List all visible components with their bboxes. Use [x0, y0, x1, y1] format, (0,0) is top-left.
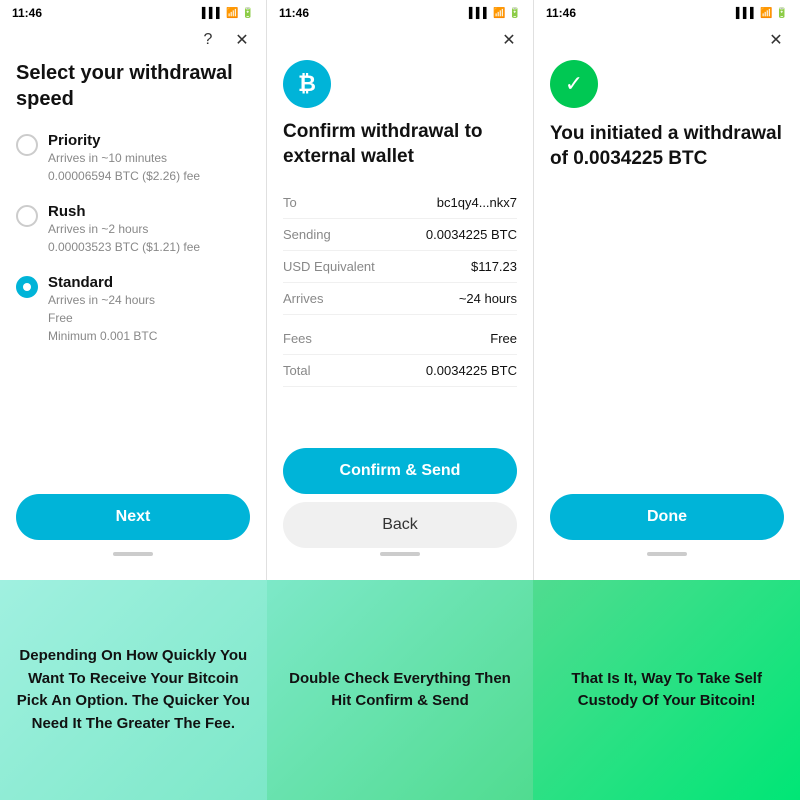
fees-label: Fees	[283, 331, 312, 346]
screen-3: 11:46 ▌▌▌ 📶 🔋 ✕ ✓ You initiated a withdr…	[534, 0, 800, 580]
status-bar-1: 11:46 ▌▌▌ 📶 🔋	[0, 0, 266, 24]
home-indicator-1	[113, 552, 153, 556]
close-icon-1[interactable]: ✕	[230, 28, 254, 52]
screen1-footer: Next	[0, 484, 266, 580]
option-priority[interactable]: Priority Arrives in ~10 minutes0.0000659…	[16, 132, 250, 185]
screen-1: 11:46 ▌▌▌ 📶 🔋 ? ✕ Select your withdrawal…	[0, 0, 267, 580]
success-title: You initiated a withdrawal of 0.0034225 …	[550, 122, 784, 171]
screen3-content: ✓ You initiated a withdrawal of 0.003422…	[534, 60, 800, 484]
home-indicator-2	[380, 552, 420, 556]
fees-section: Fees Free Total 0.0034225 BTC	[283, 323, 517, 387]
sending-value: 0.0034225 BTC	[426, 227, 517, 242]
arrives-value: ~24 hours	[459, 291, 517, 306]
screen1-content: Select your withdrawal speed Priority Ar…	[0, 60, 266, 484]
priority-label: Priority	[48, 132, 200, 149]
standard-desc: Arrives in ~24 hoursFreeMinimum 0.001 BT…	[48, 291, 157, 345]
caption-3: That Is It, Way To Take Self Custody Of …	[533, 580, 800, 800]
battery-icon-3: 🔋	[776, 8, 788, 19]
caption-2: Double Check Everything Then Hit Confirm…	[267, 580, 534, 800]
signal-icon-2: ▌▌▌	[469, 8, 490, 19]
total-label: Total	[283, 363, 310, 378]
radio-standard[interactable]	[16, 276, 38, 298]
detail-arrives: Arrives ~24 hours	[283, 283, 517, 315]
wifi-icon: 📶	[226, 8, 238, 19]
wifi-icon-3: 📶	[760, 8, 772, 19]
option-standard-text: Standard Arrives in ~24 hoursFreeMinimum…	[48, 274, 157, 345]
priority-desc: Arrives in ~10 minutes0.00006594 BTC ($2…	[48, 149, 200, 185]
sending-label: Sending	[283, 227, 331, 242]
home-indicator-3	[647, 552, 687, 556]
screen2-footer: Confirm & Send Back	[267, 438, 533, 580]
option-standard[interactable]: Standard Arrives in ~24 hoursFreeMinimum…	[16, 274, 250, 345]
option-rush-text: Rush Arrives in ~2 hours0.00003523 BTC (…	[48, 203, 200, 256]
screen3-footer: Done	[534, 484, 800, 580]
caption-text-2: Double Check Everything Then Hit Confirm…	[281, 668, 520, 713]
usd-label: USD Equivalent	[283, 259, 375, 274]
battery-icon: 🔋	[242, 8, 254, 19]
wifi-icon-2: 📶	[493, 8, 505, 19]
signal-icon: ▌▌▌	[202, 8, 223, 19]
signal-icon-3: ▌▌▌	[736, 8, 757, 19]
captions-row: Depending On How Quickly You Want To Rec…	[0, 580, 800, 800]
radio-priority[interactable]	[16, 134, 38, 156]
status-time-2: 11:46	[279, 6, 309, 20]
standard-label: Standard	[48, 274, 157, 291]
screen1-header: ? ✕	[0, 24, 266, 60]
status-icons-2: ▌▌▌ 📶 🔋	[469, 8, 521, 19]
close-icon-3[interactable]: ✕	[764, 28, 788, 52]
detail-total: Total 0.0034225 BTC	[283, 355, 517, 387]
btc-icon: ₿	[283, 60, 331, 108]
total-value: 0.0034225 BTC	[426, 363, 517, 378]
status-time-1: 11:46	[12, 6, 42, 20]
detail-to: To bc1qy4...nkx7	[283, 187, 517, 219]
radio-rush[interactable]	[16, 205, 38, 227]
option-priority-text: Priority Arrives in ~10 minutes0.0000659…	[48, 132, 200, 185]
caption-1: Depending On How Quickly You Want To Rec…	[0, 580, 267, 800]
screen3-header: ✕	[534, 24, 800, 60]
screen2-header: ✕	[267, 24, 533, 60]
next-button[interactable]: Next	[16, 494, 250, 540]
screen2-content: ₿ Confirm withdrawal to external wallet …	[267, 60, 533, 438]
detail-fees: Fees Free	[283, 323, 517, 355]
caption-text-1: Depending On How Quickly You Want To Rec…	[14, 645, 253, 735]
to-label: To	[283, 195, 297, 210]
rush-desc: Arrives in ~2 hours0.00003523 BTC ($1.21…	[48, 220, 200, 256]
detail-sending: Sending 0.0034225 BTC	[283, 219, 517, 251]
arrives-label: Arrives	[283, 291, 323, 306]
help-icon[interactable]: ?	[196, 28, 220, 52]
option-rush[interactable]: Rush Arrives in ~2 hours0.00003523 BTC (…	[16, 203, 250, 256]
screen1-title: Select your withdrawal speed	[16, 60, 250, 112]
usd-value: $117.23	[471, 259, 517, 274]
detail-usd: USD Equivalent $117.23	[283, 251, 517, 283]
screen-2: 11:46 ▌▌▌ 📶 🔋 ✕ ₿ Confirm withdrawal to …	[267, 0, 534, 580]
status-time-3: 11:46	[546, 6, 576, 20]
fees-value: Free	[490, 331, 517, 346]
status-icons-3: ▌▌▌ 📶 🔋	[736, 8, 788, 19]
check-icon: ✓	[550, 60, 598, 108]
status-bar-3: 11:46 ▌▌▌ 📶 🔋	[534, 0, 800, 24]
close-icon-2[interactable]: ✕	[497, 28, 521, 52]
rush-label: Rush	[48, 203, 200, 220]
battery-icon-2: 🔋	[509, 8, 521, 19]
confirm-title: Confirm withdrawal to external wallet	[283, 120, 517, 169]
status-bar-2: 11:46 ▌▌▌ 📶 🔋	[267, 0, 533, 24]
confirm-send-button[interactable]: Confirm & Send	[283, 448, 517, 494]
done-button[interactable]: Done	[550, 494, 784, 540]
status-icons-1: ▌▌▌ 📶 🔋	[202, 8, 254, 19]
back-button[interactable]: Back	[283, 502, 517, 548]
caption-text-3: That Is It, Way To Take Self Custody Of …	[547, 668, 786, 713]
to-value: bc1qy4...nkx7	[437, 195, 517, 210]
